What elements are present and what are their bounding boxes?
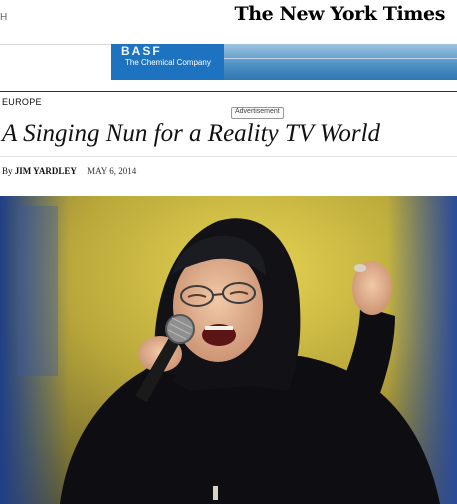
stage-panel-left (18, 206, 58, 376)
headline-divider (0, 156, 457, 157)
teeth (205, 326, 233, 330)
author-link[interactable]: JIM YARDLEY (15, 166, 77, 176)
nyt-logo[interactable]: The New York Times (234, 3, 445, 25)
glasses-bridge (212, 293, 224, 296)
masthead-bar: H The New York Times (0, 0, 457, 45)
ad-brand-panel[interactable]: BASF The Chemical Company (111, 44, 224, 80)
section-label[interactable]: EUROPE (2, 97, 42, 107)
menu-icon[interactable]: H (0, 12, 7, 23)
ring (354, 264, 366, 272)
article-photo[interactable] (0, 196, 457, 504)
advertisement-badge: Advertisement (231, 107, 284, 119)
singing-nun-illustration (0, 196, 457, 504)
cross-pendant (213, 486, 218, 500)
ad-horizon-line (224, 58, 457, 59)
publish-date: MAY 6, 2014 (87, 166, 137, 176)
ad-brand-name: BASF (121, 44, 162, 58)
byline: By JIM YARDLEY MAY 6, 2014 (2, 166, 136, 176)
article-headline: A Singing Nun for a Reality TV World (2, 120, 381, 147)
section-divider (0, 91, 457, 92)
byline-prefix: By (2, 166, 13, 176)
banner-ad[interactable]: BASF The Chemical Company (111, 44, 457, 80)
ad-sea-image[interactable] (224, 44, 457, 80)
ad-tagline: The Chemical Company (125, 58, 211, 67)
